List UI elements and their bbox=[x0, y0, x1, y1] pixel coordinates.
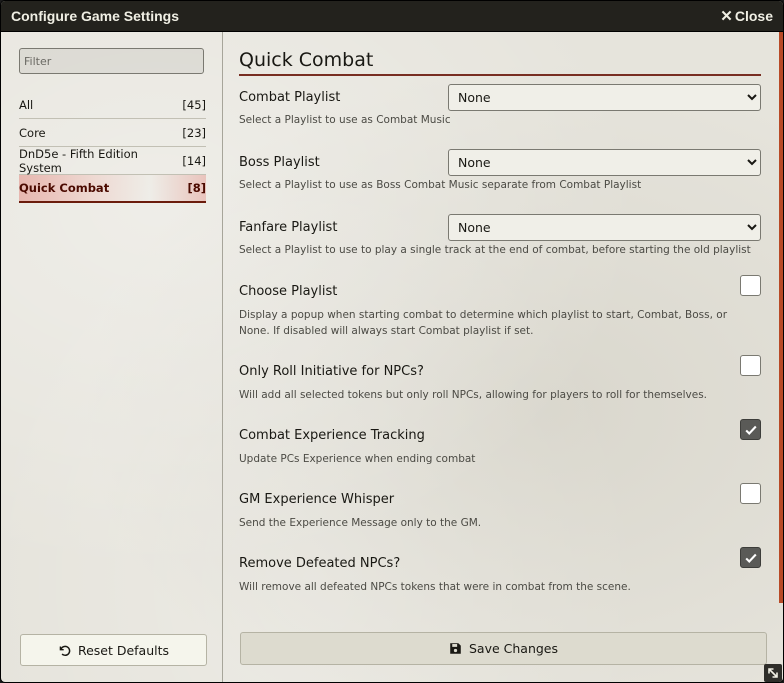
resize-icon bbox=[768, 668, 778, 678]
setting-label: Boss Playlist bbox=[239, 155, 320, 170]
window-title: Configure Game Settings bbox=[11, 8, 180, 24]
category-item-all[interactable]: All [45] bbox=[19, 91, 206, 119]
setting-label: Combat Playlist bbox=[239, 90, 341, 105]
category-label: Core bbox=[19, 125, 46, 140]
close-label: Close bbox=[734, 8, 773, 24]
check-icon bbox=[744, 553, 757, 563]
category-count: [14] bbox=[182, 153, 206, 168]
setting-label: Choose Playlist bbox=[239, 284, 338, 299]
close-button[interactable]: ✕ Close bbox=[720, 7, 773, 25]
save-label: Save Changes bbox=[468, 641, 559, 656]
setting-hint: Send the Experience Message only to the … bbox=[239, 517, 482, 529]
only-roll-initiative-checkbox[interactable] bbox=[740, 355, 761, 376]
setting-hint: Will remove all defeated NPCs tokens tha… bbox=[239, 581, 631, 593]
category-sidebar: All [45] Core [23] DnD5e - Fifth Edition… bbox=[1, 32, 223, 682]
reset-label: Reset Defaults bbox=[77, 642, 170, 658]
category-count: [45] bbox=[182, 97, 206, 112]
choose-playlist-checkbox[interactable] bbox=[740, 275, 761, 296]
setting-hint: Display a popup when starting combat to … bbox=[239, 309, 728, 337]
save-changes-button[interactable]: Save Changes bbox=[240, 632, 767, 665]
category-item-dnd5e[interactable]: DnD5e - Fifth Edition System [14] bbox=[19, 147, 206, 175]
remove-defeated-checkbox[interactable] bbox=[740, 547, 761, 568]
boss-playlist-select[interactable]: None bbox=[448, 149, 761, 176]
category-item-quick-combat[interactable]: Quick Combat [8] bbox=[19, 175, 206, 203]
window-titlebar[interactable]: Configure Game Settings ✕ Close bbox=[1, 1, 783, 32]
setting-label: Only Roll Initiative for NPCs? bbox=[239, 364, 424, 379]
combat-playlist-select[interactable]: None bbox=[448, 84, 761, 111]
setting-label: Remove Defeated NPCs? bbox=[239, 556, 401, 571]
setting-label: GM Experience Whisper bbox=[239, 492, 395, 507]
check-icon bbox=[744, 425, 757, 435]
setting-hint: Select a Playlist to use as Boss Combat … bbox=[239, 179, 642, 191]
gm-experience-whisper-checkbox[interactable] bbox=[740, 483, 761, 504]
category-item-core[interactable]: Core [23] bbox=[19, 119, 206, 147]
setting-hint: Will add all selected tokens but only ro… bbox=[239, 389, 708, 401]
category-list: All [45] Core [23] DnD5e - Fifth Edition… bbox=[19, 91, 206, 203]
filter-input[interactable] bbox=[19, 48, 204, 74]
section-title: Quick Combat bbox=[239, 49, 761, 76]
setting-label: Fanfare Playlist bbox=[239, 220, 338, 235]
setting-hint: Update PCs Experience when ending combat bbox=[239, 453, 476, 465]
settings-panel: Quick Combat Combat Playlist None Select… bbox=[224, 32, 783, 682]
category-count: [23] bbox=[182, 125, 206, 140]
close-icon: ✕ bbox=[720, 8, 733, 25]
combat-experience-checkbox[interactable] bbox=[740, 419, 761, 440]
category-count: [8] bbox=[187, 181, 206, 195]
setting-label: Combat Experience Tracking bbox=[239, 428, 425, 443]
category-label: Quick Combat bbox=[19, 181, 110, 195]
save-icon bbox=[450, 643, 461, 654]
category-label: All bbox=[19, 97, 34, 112]
settings-window: Configure Game Settings ✕ Close All [45]… bbox=[0, 0, 784, 683]
undo-icon bbox=[59, 645, 71, 656]
scrollbar-track[interactable] bbox=[779, 603, 783, 673]
resize-handle[interactable] bbox=[764, 664, 782, 682]
fanfare-playlist-select[interactable]: None bbox=[448, 214, 761, 241]
reset-defaults-button[interactable]: Reset Defaults bbox=[20, 634, 207, 666]
setting-hint: Select a Playlist to use to play a singl… bbox=[239, 244, 751, 256]
category-label: DnD5e - Fifth Edition System bbox=[19, 146, 138, 175]
setting-hint: Select a Playlist to use as Combat Music bbox=[239, 114, 451, 126]
scrollbar-thumb[interactable] bbox=[779, 32, 783, 603]
